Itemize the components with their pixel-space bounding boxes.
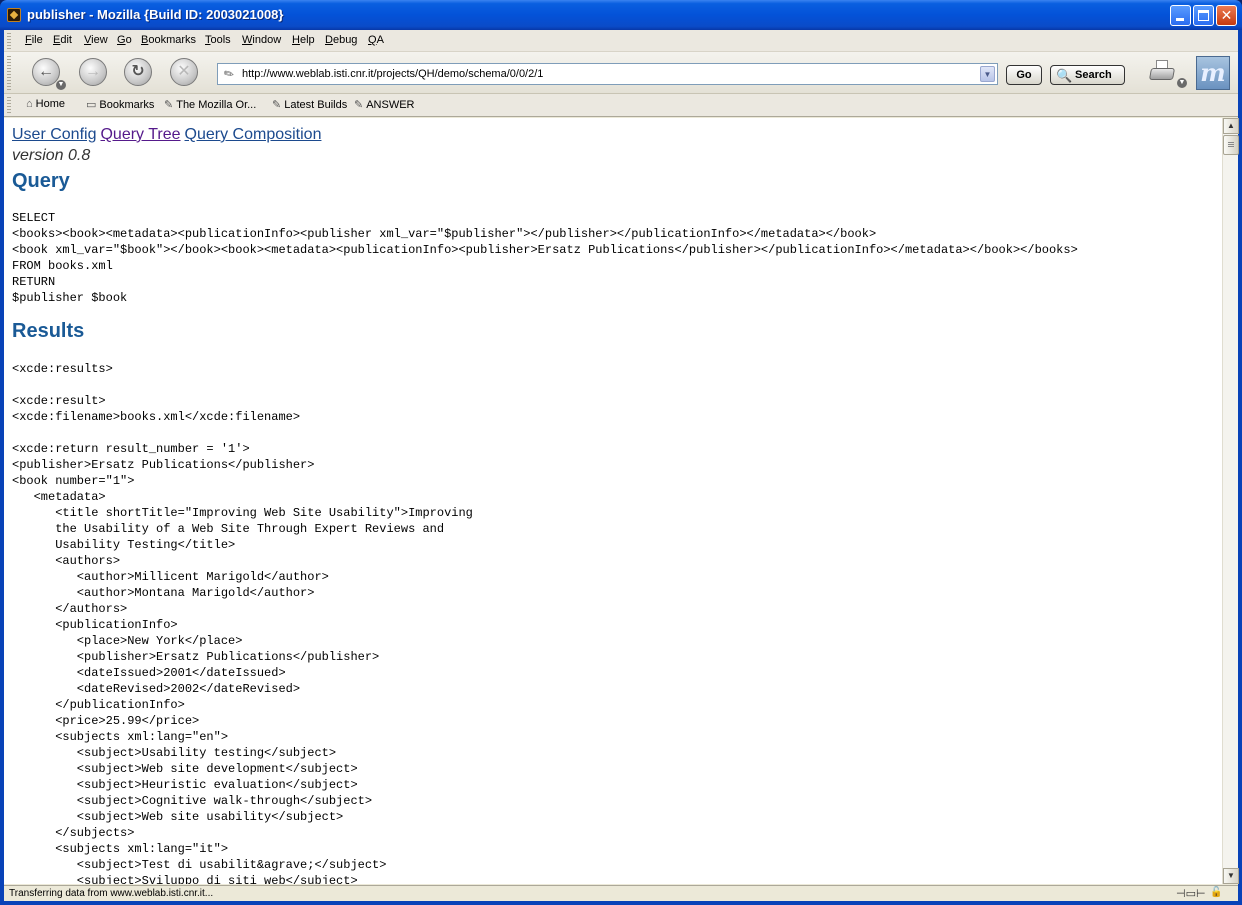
stop-button[interactable]: ✕ [170,58,198,86]
query-heading: Query [12,170,70,192]
maximize-icon [1198,10,1209,21]
maximize-button[interactable] [1193,5,1214,26]
page-nav-links: User Config Query Tree Query Composition [12,126,325,144]
forward-button[interactable]: → [79,58,107,86]
status-bar: Transferring data from www.weblab.isti.c… [4,885,1238,901]
scroll-thumb[interactable] [1223,135,1239,155]
home-label: Home [35,98,65,110]
magnifier-icon: 🔍 [1056,68,1073,83]
bookmark-mozilla-org-label: The Mozilla Or... [176,99,257,111]
bookmark-icon: ✎ [272,99,282,111]
results-heading: Results [12,320,85,342]
personal-toolbar: ⌂ Home ▭ Bookmarks ✎ The Mozilla Or... ✎ Lat… [4,94,1238,117]
bookmark-answer[interactable]: ✎ ANSWER [354,98,415,111]
online-status-icon[interactable]: ⊣▭⊢ [1176,887,1206,900]
menu-qa[interactable]: QA [368,34,384,46]
version-label: version 0.8 [12,147,91,164]
print-dropdown[interactable]: ▼ [1177,78,1187,88]
menu-window[interactable]: Window [242,34,281,46]
menu-edit[interactable]: Edit [53,34,72,46]
menu-go[interactable]: Go [117,34,132,46]
menu-view[interactable]: View [84,34,108,46]
mozilla-throbber-icon[interactable]: m [1196,56,1230,90]
security-lock-icon[interactable]: 🔓 [1210,887,1222,900]
bookmarks-button[interactable]: ▭ Bookmarks [86,98,154,111]
link-user-config[interactable]: User Config [12,126,96,143]
print-button[interactable] [1148,58,1176,84]
bookmark-answer-label: ANSWER [366,99,415,111]
navbar-grip[interactable] [7,56,11,90]
link-query-composition[interactable]: Query Composition [185,126,322,143]
vertical-scrollbar[interactable]: ▲ ▼ [1222,118,1239,884]
window-title: publisher - Mozilla {Build ID: 200302100… [27,7,284,22]
forward-arrow-icon: → [85,63,101,80]
search-button-label: Search [1075,69,1112,81]
bookmark-latest-builds-label: Latest Builds [284,99,348,111]
menu-debug[interactable]: Debug [325,34,357,46]
results-text: <xcde:results> <xcde:result> <xcde:filen… [12,362,473,884]
printer-body-icon [1148,68,1176,80]
scroll-up-button[interactable]: ▲ [1223,118,1239,134]
back-history-dropdown[interactable]: ▼ [56,80,66,90]
minimize-button[interactable] [1170,5,1191,26]
url-input[interactable]: http://www.weblab.isti.cnr.it/projects/Q… [242,68,543,80]
menu-help[interactable]: Help [292,34,315,46]
menubar-grip[interactable] [7,33,11,49]
link-query-tree[interactable]: Query Tree [100,126,180,143]
query-text: SELECT <books><book><metadata><publicati… [12,211,1078,305]
bookmark-latest-builds[interactable]: ✎ Latest Builds [272,98,347,111]
mozilla-app-icon[interactable] [7,8,21,22]
search-button[interactable]: 🔍 Search [1050,65,1125,85]
reload-button[interactable]: ↻ [124,58,152,86]
back-arrow-icon: ← [38,63,54,80]
personal-toolbar-grip[interactable] [7,97,11,114]
menu-tools[interactable]: Tools [205,34,231,46]
home-icon: ⌂ [26,98,33,110]
bookmark-icon: ✎ [354,99,364,111]
url-bar[interactable]: ✎ http://www.weblab.isti.cnr.it/projects… [217,63,998,85]
page-content[interactable]: User Config Query Tree Query Composition v… [4,118,1222,884]
bookmarks-label: Bookmarks [99,99,155,111]
menu-bar: File Edit View Go Bookmarks Tools Window… [4,30,1238,52]
menu-bookmarks[interactable]: Bookmarks [141,34,196,46]
home-button[interactable]: ⌂ Home [26,98,65,110]
bookmark-icon: ✎ [164,99,174,111]
title-bar[interactable]: publisher - Mozilla {Build ID: 200302100… [0,0,1242,30]
go-button[interactable]: Go [1006,65,1042,85]
status-text: Transferring data from www.weblab.isti.c… [9,888,214,899]
close-icon: ✕ [1220,7,1233,23]
close-button[interactable]: ✕ [1216,5,1237,26]
folder-icon: ▭ [86,99,97,111]
browser-frame: File Edit View Go Bookmarks Tools Window… [0,30,1242,905]
stop-icon: ✕ [177,63,191,80]
url-history-dropdown[interactable]: ▼ [980,66,995,82]
scroll-down-button[interactable]: ▼ [1223,868,1239,884]
page-proxy-icon[interactable]: ✎ [221,65,237,82]
menu-file[interactable]: File [25,34,43,46]
bookmark-mozilla-org[interactable]: ✎ The Mozilla Or... [164,98,256,111]
navigation-toolbar: ← ▼ → ↻ ✕ ✎ http://www.weblab.isti.cnr.i… [4,52,1238,94]
reload-icon: ↻ [131,63,145,80]
minimize-icon [1176,18,1184,21]
